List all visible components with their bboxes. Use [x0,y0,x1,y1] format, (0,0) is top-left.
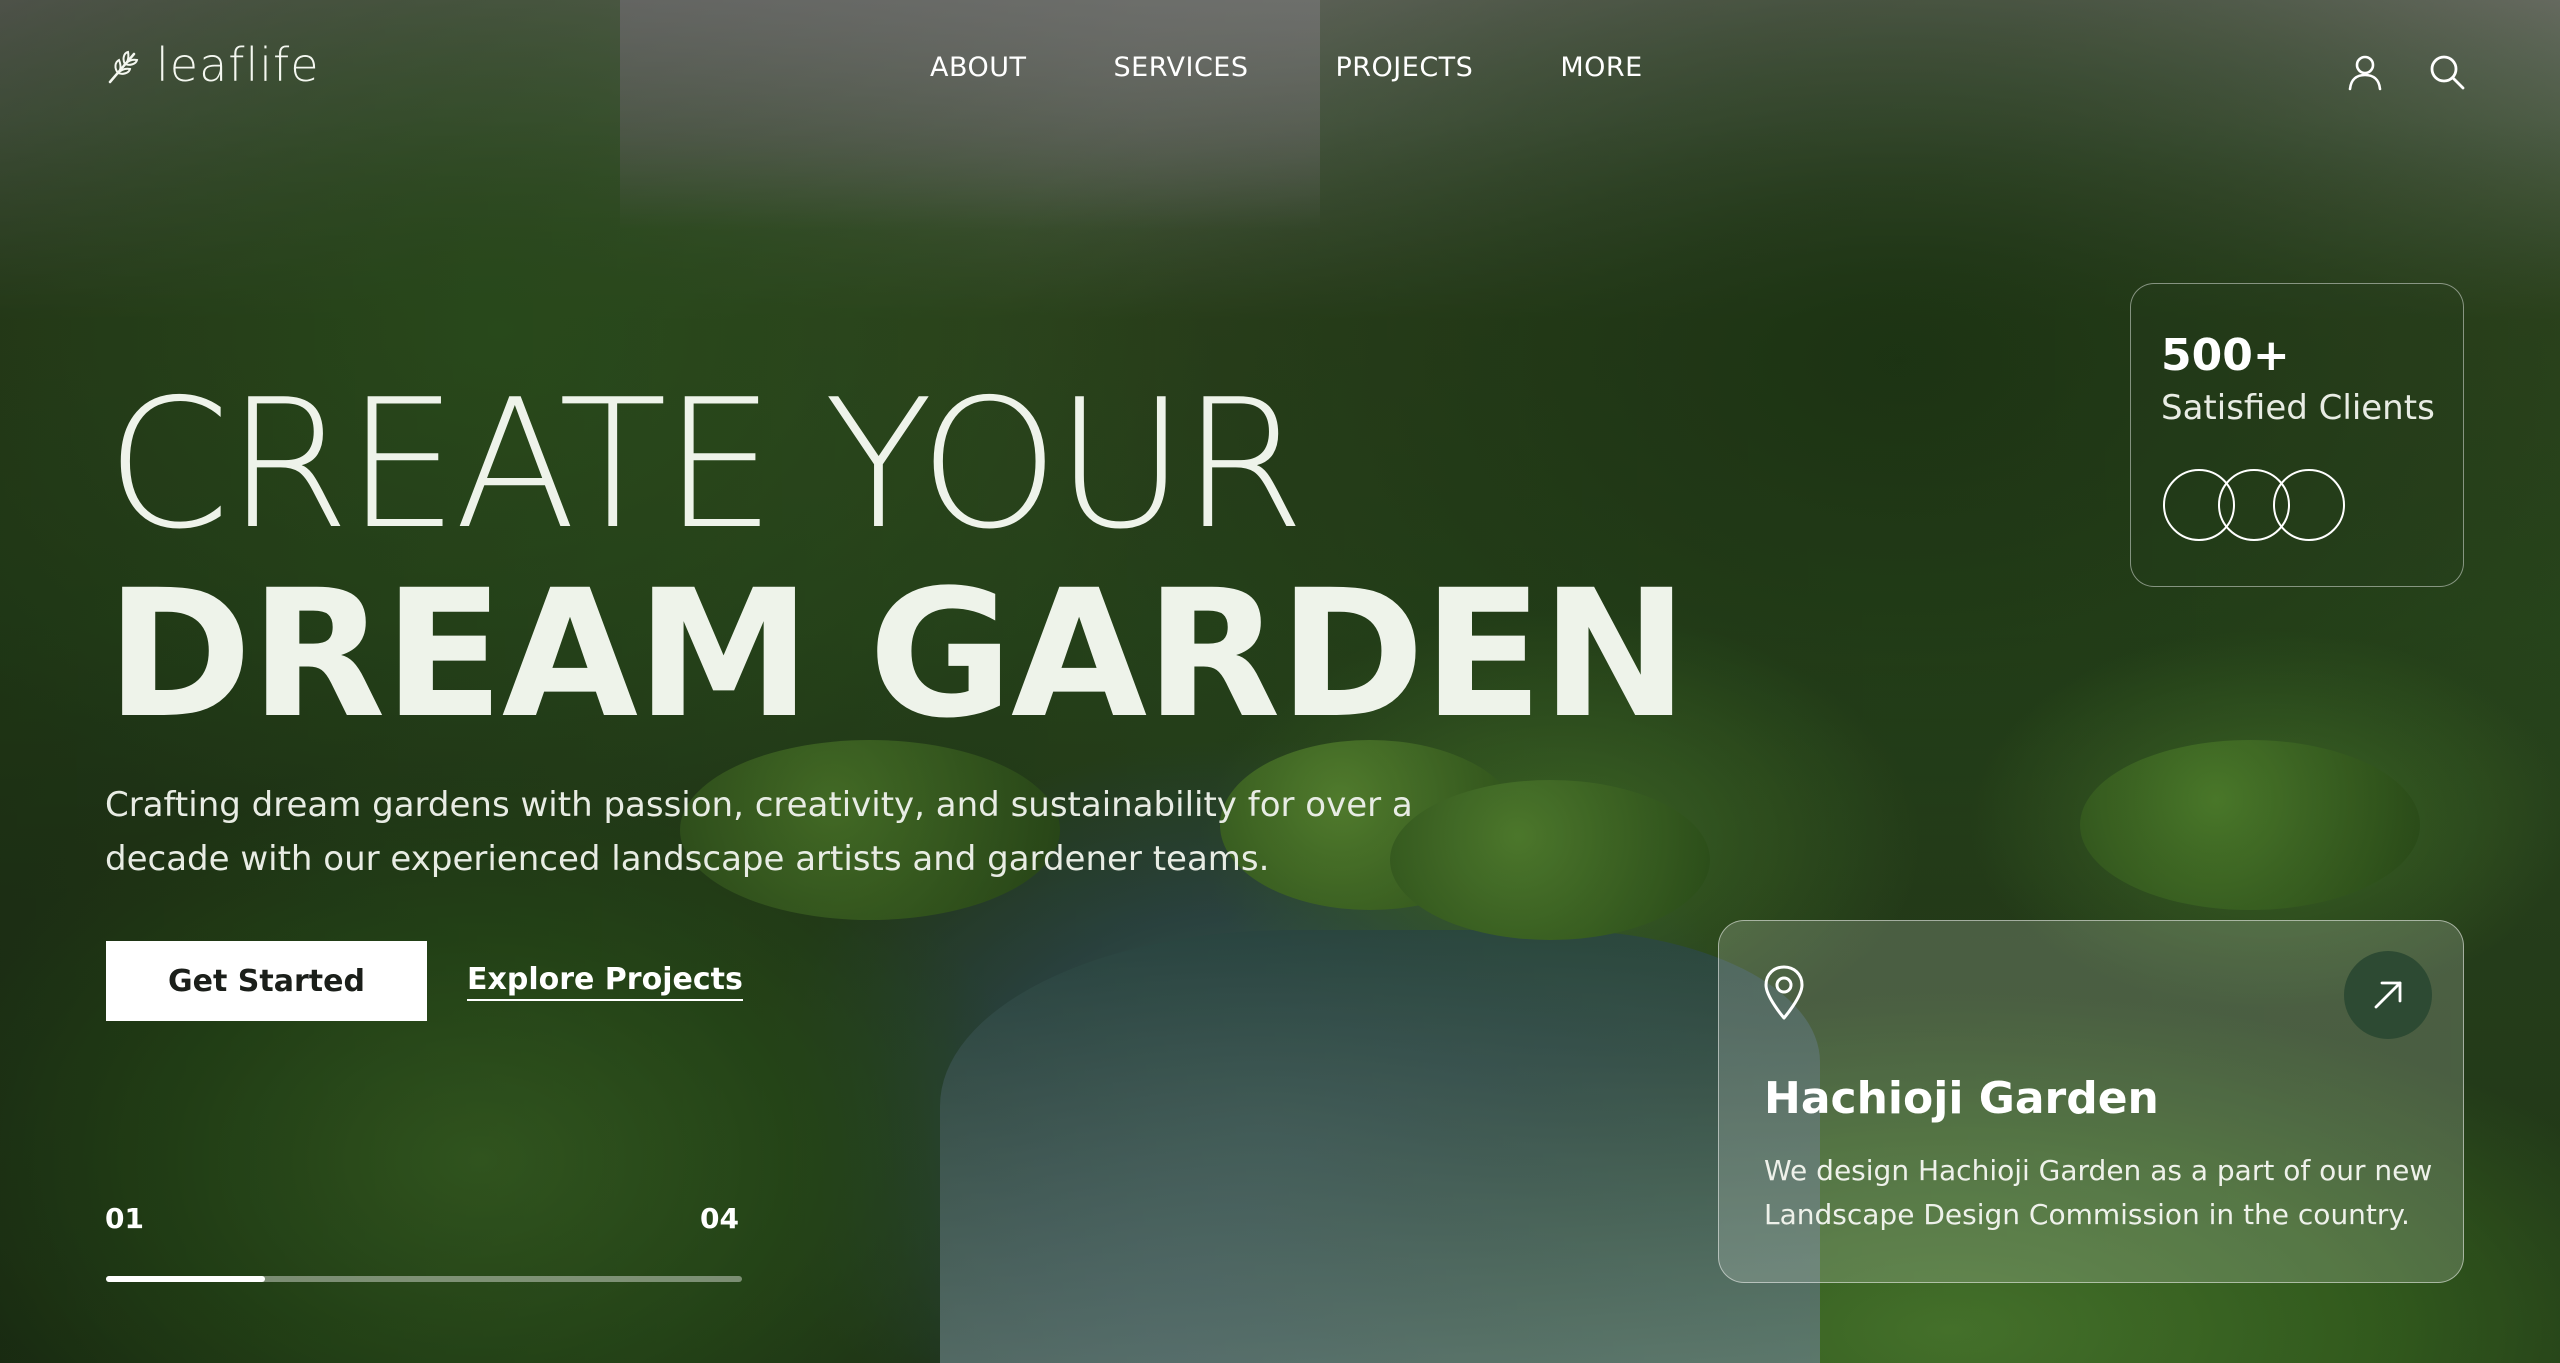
leaf-icon [108,50,139,84]
location-pin-icon [1764,965,1804,1020]
project-description: We design Hachioji Garden as a part of o… [1764,1154,2433,1231]
slide-total: 04 [700,1202,739,1235]
stat-label: Satisfied Clients [2161,388,2435,428]
hero-subtitle: Crafting dream gardens with passion, cre… [105,785,1413,879]
nav-about[interactable]: ABOUT [930,52,1027,83]
project-open-button[interactable] [2344,951,2432,1039]
stats-card: 500+ Satisfied Clients [2130,283,2464,587]
headline-line-2: DREAM GARDEN [106,552,1688,757]
client-avatars [2163,469,2345,541]
arrow-up-right-icon [2374,981,2402,1009]
user-icon[interactable] [2345,52,2385,92]
nav-actions [2345,52,2467,92]
project-card[interactable]: Hachioji Garden We design Hachioji Garde… [1718,920,2464,1283]
nav-projects[interactable]: PROJECTS [1336,52,1474,83]
search-icon[interactable] [2427,52,2467,92]
project-title: Hachioji Garden [1764,1073,2159,1124]
avatar-circle [2273,469,2345,541]
stat-value: 500+ [2161,330,2290,381]
brand-name: leaflife [156,38,320,92]
avatar-circle [2163,469,2235,541]
logo[interactable]: leaflife [104,38,320,92]
slider-progress[interactable] [106,1276,742,1282]
slide-current: 01 [105,1202,144,1235]
get-started-button[interactable]: Get Started [106,941,427,1021]
avatar-circle [2218,469,2290,541]
nav-services[interactable]: SERVICES [1114,52,1249,83]
explore-projects-link[interactable]: Explore Projects [467,962,743,1001]
nav-more[interactable]: MORE [1560,52,1642,83]
headline-line-1: CREATE YOUR [106,361,1305,568]
main-nav: ABOUT SERVICES PROJECTS MORE [930,52,1643,83]
slider-progress-fill [106,1276,265,1282]
